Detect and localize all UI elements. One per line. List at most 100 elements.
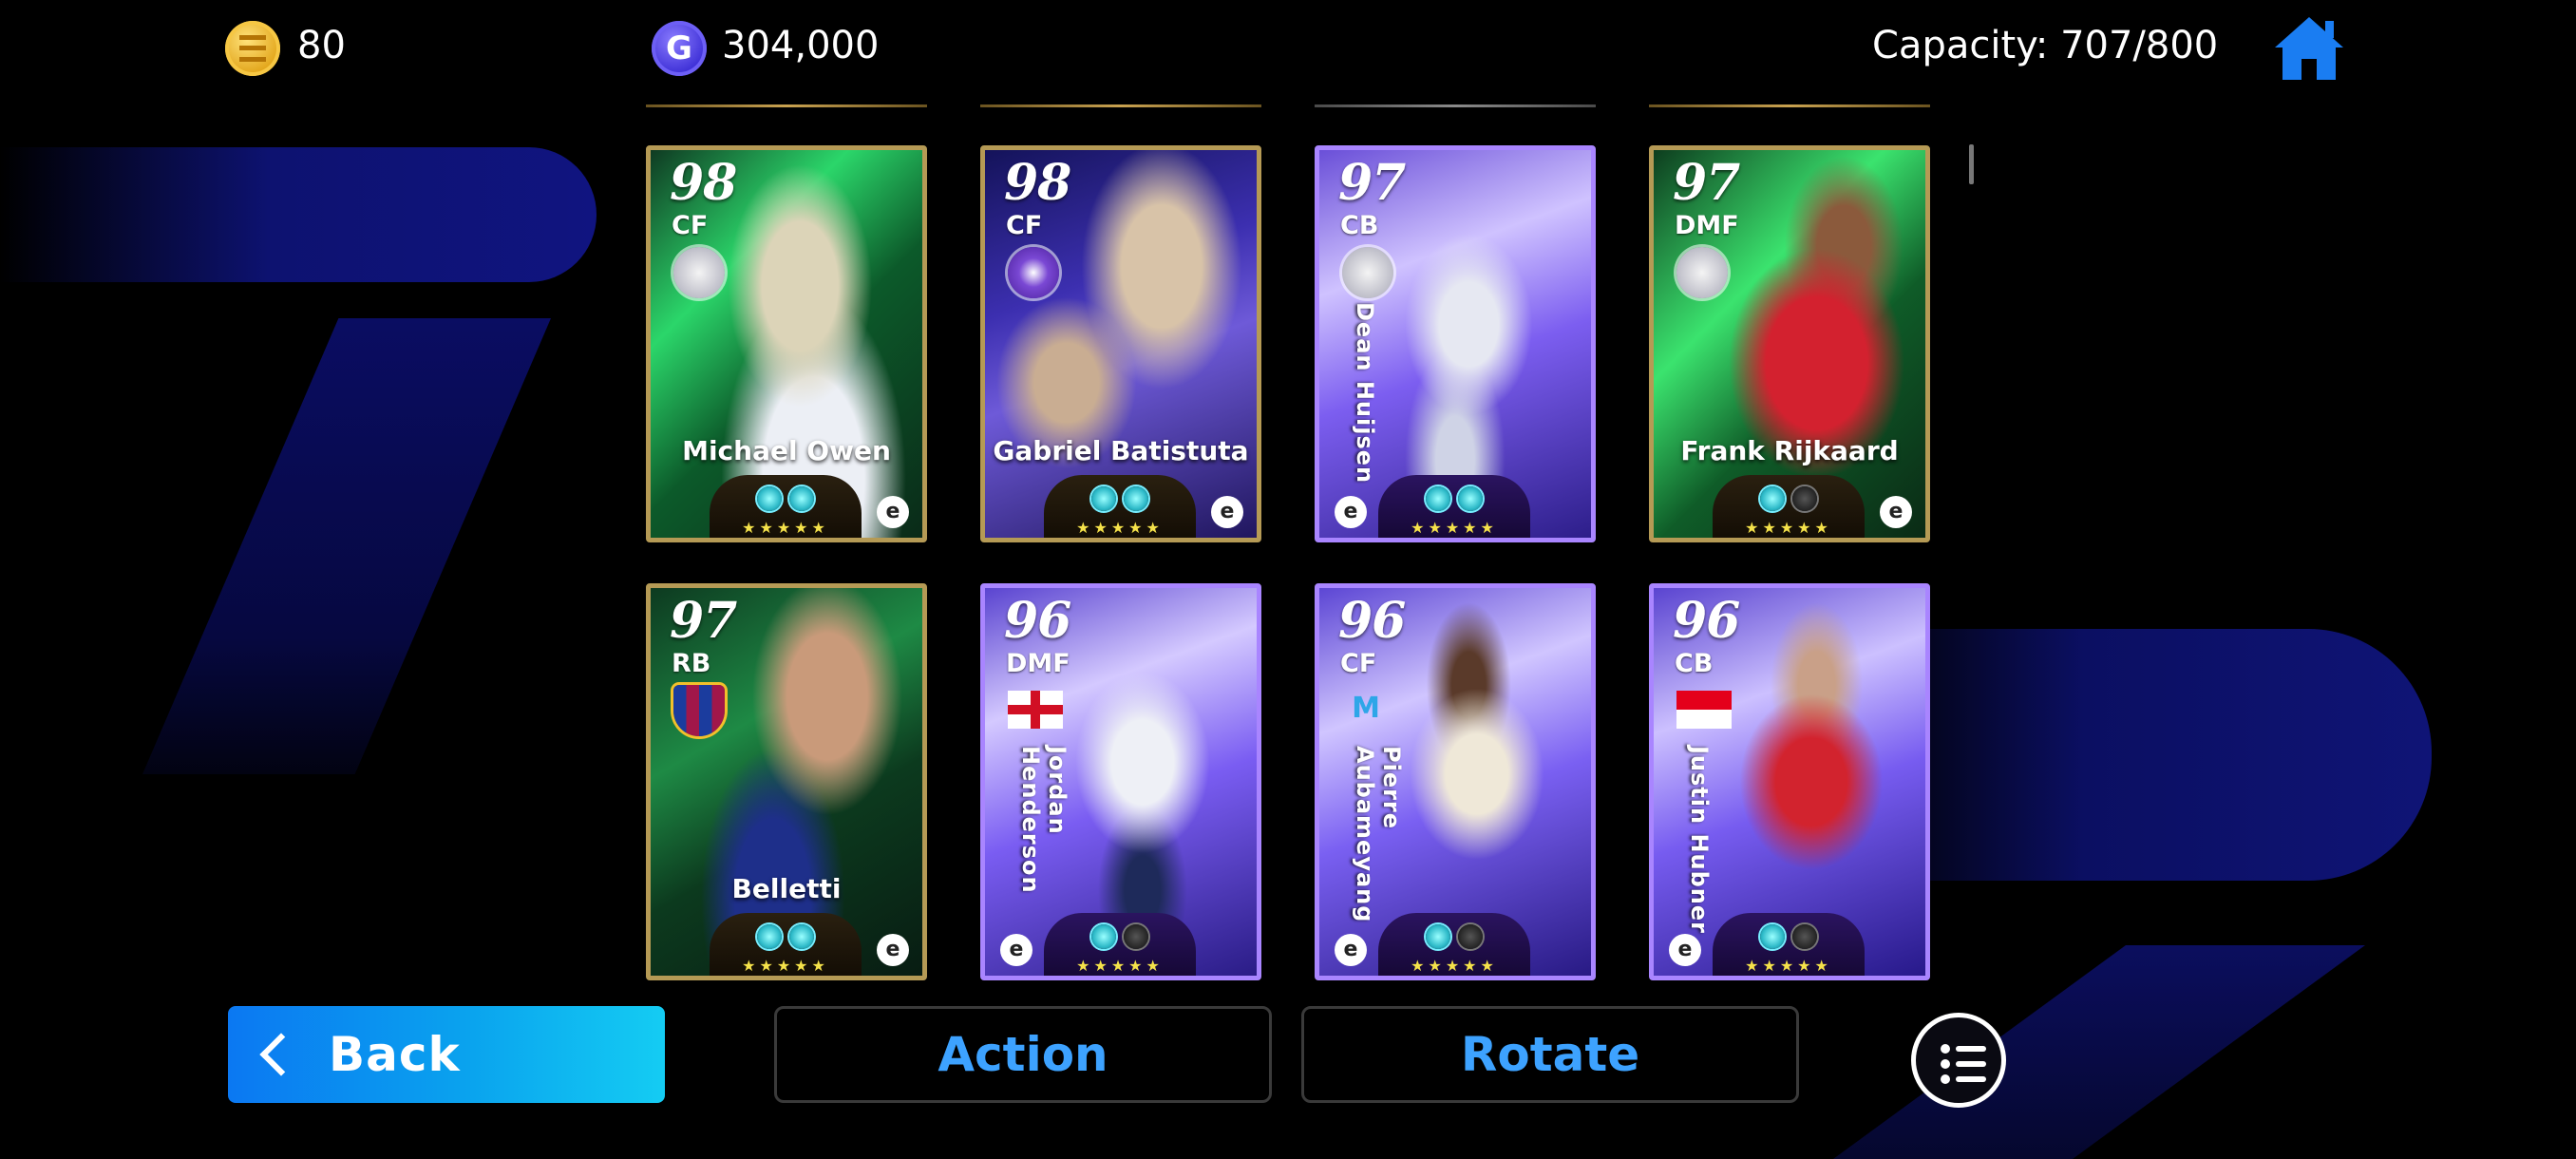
card-position: RB <box>672 649 711 678</box>
efootball-logo-icon: e <box>1000 934 1032 966</box>
rarity-stars: ★★★★★ <box>1076 519 1164 537</box>
list-row <box>1941 1074 1986 1084</box>
rarity-stars: ★★★★★ <box>1745 519 1832 537</box>
skill-icon <box>789 924 814 949</box>
card-position: DMF <box>1006 649 1070 678</box>
rarity-stars: ★★★★★ <box>742 519 829 537</box>
skill-icon <box>1458 924 1483 949</box>
rarity-stars: ★★★★★ <box>1076 957 1164 975</box>
card-skill-base: ★★★★★ <box>1713 913 1865 976</box>
background-slash <box>142 318 551 774</box>
action-button-label: Action <box>938 1027 1108 1082</box>
skill-icon <box>1426 924 1450 949</box>
list-row <box>1941 1044 1986 1054</box>
rarity-stars: ★★★★★ <box>1745 957 1832 975</box>
card-player-name: Gabriel Batistuta <box>993 435 1249 466</box>
card-player-name: Michael Owen <box>682 435 891 466</box>
card-rating: 97 <box>1338 154 1406 212</box>
player-card[interactable]: 98 CF Michael Owen ★★★★★ e <box>646 145 927 542</box>
column-divider <box>1315 104 1596 107</box>
card-position: CF <box>1340 649 1377 678</box>
card-rating: 96 <box>1673 592 1740 650</box>
card-skill-base: ★★★★★ <box>710 475 862 538</box>
efootball-logo-icon: e <box>877 934 909 966</box>
capacity-label: Capacity: 707/800 <box>1872 24 2219 67</box>
card-skill-base: ★★★★★ <box>1044 913 1196 976</box>
club-crest-icon <box>1008 247 1059 298</box>
card-rating: 97 <box>1673 154 1740 212</box>
club-crest-icon <box>673 247 725 298</box>
player-card[interactable]: 97 RB Belletti ★★★★★ e <box>646 583 927 980</box>
rarity-stars: ★★★★★ <box>742 957 829 975</box>
skill-icon <box>1760 924 1785 949</box>
club-crest-icon: M <box>1352 692 1380 725</box>
background-bar <box>0 147 597 282</box>
card-player-name: Dean Huijsen <box>1352 302 1378 484</box>
player-card[interactable]: 96 CF M Pierre Aubameyang ★★★★★ e <box>1315 583 1596 980</box>
card-position: CB <box>1340 211 1379 240</box>
flag-england-icon <box>1008 691 1063 729</box>
list-menu-icon[interactable] <box>1911 1013 2006 1108</box>
skill-icon <box>1760 486 1785 511</box>
skill-icon <box>1091 924 1116 949</box>
card-skill-base: ★★★★★ <box>1378 475 1530 538</box>
player-card[interactable]: 96 CB Justin Hubner ★★★★★ e <box>1649 583 1930 980</box>
efootball-logo-icon: e <box>1335 934 1367 966</box>
chevron-left-icon <box>259 1033 303 1076</box>
player-card[interactable]: 97 CB Dean Huijsen ★★★★★ e <box>1315 145 1596 542</box>
rarity-stars: ★★★★★ <box>1411 519 1498 537</box>
skill-icon <box>1792 486 1817 511</box>
card-rating: 97 <box>670 592 737 650</box>
card-player-name: Belletti <box>731 873 842 904</box>
efootball-logo-icon: e <box>1335 496 1367 528</box>
gp-icon: G <box>652 21 707 76</box>
column-divider <box>980 104 1261 107</box>
skill-icon <box>1124 924 1148 949</box>
skill-icon <box>1458 486 1483 511</box>
card-position: CF <box>672 211 709 240</box>
skill-icon <box>1426 486 1450 511</box>
skill-icon <box>789 486 814 511</box>
club-crest-icon <box>1342 247 1393 298</box>
player-card[interactable]: 96 DMF Jordan Henderson ★★★★★ e <box>980 583 1261 980</box>
rotate-button[interactable]: Rotate <box>1301 1006 1799 1103</box>
column-divider <box>1649 104 1930 107</box>
player-card[interactable]: 97 DMF Frank Rijkaard ★★★★★ e <box>1649 145 1930 542</box>
player-card[interactable]: 98 CF Gabriel Batistuta ★★★★★ e <box>980 145 1261 542</box>
card-skill-base: ★★★★★ <box>1713 475 1865 538</box>
card-skill-base: ★★★★★ <box>710 913 862 976</box>
card-position: CB <box>1675 649 1714 678</box>
card-rating: 96 <box>1338 592 1406 650</box>
efootball-logo-icon: e <box>1880 496 1912 528</box>
efootball-logo-icon: e <box>1211 496 1243 528</box>
skill-icon <box>757 486 782 511</box>
background-bar <box>1852 629 2432 881</box>
coin-balance: 80 <box>297 24 346 67</box>
rarity-stars: ★★★★★ <box>1411 957 1498 975</box>
skill-icon <box>1792 924 1817 949</box>
card-rating: 98 <box>670 154 737 212</box>
efootball-logo-icon: e <box>877 496 909 528</box>
skill-icon <box>1091 486 1116 511</box>
club-crest-icon <box>673 685 725 736</box>
scrollbar[interactable] <box>1969 144 1974 184</box>
card-player-name: Justin Hubner <box>1686 746 1713 934</box>
skill-icon <box>757 924 782 949</box>
column-divider <box>646 104 927 107</box>
gp-balance: 304,000 <box>722 24 880 67</box>
card-rating: 98 <box>1004 154 1071 212</box>
card-player-name: Frank Rijkaard <box>1680 435 1899 466</box>
efootball-logo-icon: e <box>1669 934 1701 966</box>
back-button[interactable]: Back <box>228 1006 665 1103</box>
club-crest-icon <box>1676 247 1728 298</box>
list-row <box>1941 1059 1986 1069</box>
card-position: DMF <box>1675 211 1739 240</box>
card-rating: 96 <box>1004 592 1071 650</box>
back-button-label: Back <box>329 1027 461 1082</box>
card-skill-base: ★★★★★ <box>1378 913 1530 976</box>
coin-icon <box>225 21 280 76</box>
action-button[interactable]: Action <box>774 1006 1272 1103</box>
card-position: CF <box>1006 211 1043 240</box>
home-icon[interactable] <box>2273 15 2345 82</box>
card-skill-base: ★★★★★ <box>1044 475 1196 538</box>
